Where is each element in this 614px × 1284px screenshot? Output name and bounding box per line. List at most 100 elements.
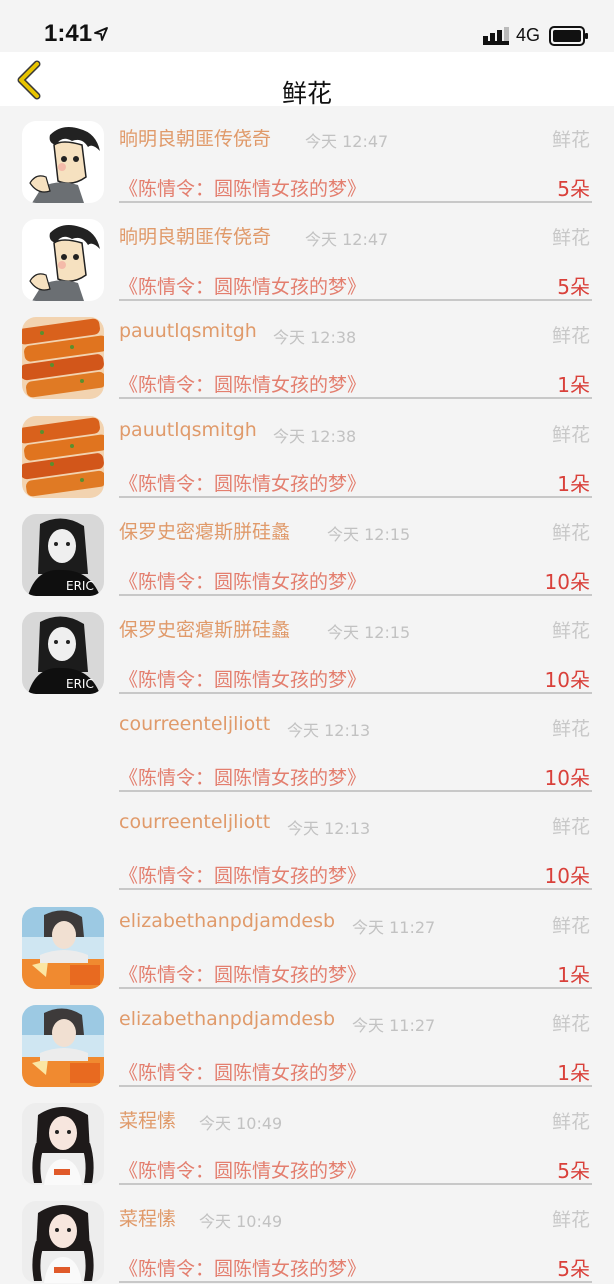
timestamp: 今天 12:15: [327, 622, 411, 642]
divider: [119, 593, 592, 596]
divider: [119, 691, 592, 694]
list-item[interactable]: 菜程愫 今天 10:49 鲜花 《陈情令：圆陈情女孩的梦》 5朵: [0, 1088, 614, 1186]
avatar[interactable]: [22, 1004, 104, 1087]
gift-count: 10朵: [544, 667, 590, 692]
work-title[interactable]: 《陈情令：圆陈情女孩的梦》: [119, 469, 366, 496]
timestamp: 今天 12:47: [305, 230, 389, 250]
work-title[interactable]: 《陈情令：圆陈情女孩的梦》: [119, 1156, 366, 1183]
work-title[interactable]: 《陈情令：圆陈情女孩的梦》: [119, 763, 366, 790]
food-avatar: [22, 415, 104, 498]
timestamp: 今天 12:38: [273, 426, 357, 446]
girl-braids-avatar: [22, 1102, 104, 1185]
avatar[interactable]: [22, 415, 104, 498]
user-name[interactable]: elizabethanpdjamdesb: [119, 910, 335, 932]
divider: [119, 888, 592, 891]
work-title[interactable]: 《陈情令：圆陈情女孩的梦》: [119, 1058, 366, 1085]
list-item[interactable]: pauutlqsmitgh 今天 12:38 鲜花 《陈情令：圆陈情女孩的梦》 …: [0, 302, 614, 400]
avatar[interactable]: [22, 1102, 104, 1185]
divider: [119, 1182, 592, 1185]
boy-photo-avatar: [22, 1004, 104, 1087]
avatar[interactable]: ERIC: [22, 611, 104, 694]
page-title: 鲜花: [281, 79, 332, 108]
timestamp: 今天 11:27: [352, 917, 436, 937]
timestamp: 今天 11:27: [352, 1015, 436, 1035]
cartoon-avatar: [22, 121, 104, 203]
work-title[interactable]: 《陈情令：圆陈情女孩的梦》: [119, 272, 366, 299]
list-item[interactable]: ERIC 保罗史密瘪斯胼硅蠡 今天 12:15 鲜花 《陈情令：圆陈情女孩的梦》…: [0, 499, 614, 597]
network-label: 4G: [516, 25, 541, 45]
user-name[interactable]: elizabethanpdjamdesb: [119, 1008, 335, 1030]
gift-type: 鲜花: [551, 1012, 590, 1035]
work-title[interactable]: 《陈情令：圆陈情女孩的梦》: [119, 665, 366, 692]
gift-type: 鲜花: [551, 619, 590, 642]
gift-count: 5朵: [557, 1158, 590, 1183]
list-item[interactable]: elizabethanpdjamdesb 今天 11:27 鲜花 《陈情令：圆陈…: [0, 892, 614, 990]
work-title[interactable]: 《陈情令：圆陈情女孩的梦》: [119, 567, 366, 594]
gift-count: 5朵: [557, 1257, 590, 1282]
gift-count: 10朵: [544, 766, 590, 791]
battery-icon: [549, 26, 588, 46]
gift-count: 1朵: [557, 962, 590, 987]
gift-type: 鲜花: [551, 325, 590, 348]
divider: [119, 397, 592, 400]
location-arrow-icon: [94, 27, 108, 41]
list-item[interactable]: 菜程愫 今天 10:49 鲜花 《陈情令：圆陈情女孩的梦》 5朵: [0, 1186, 614, 1284]
list-item[interactable]: pauutlqsmitgh 今天 12:38 鲜花 《陈情令：圆陈情女孩的梦》 …: [0, 401, 614, 499]
work-title[interactable]: 《陈情令：圆陈情女孩的梦》: [119, 1254, 366, 1281]
avatar[interactable]: [22, 121, 104, 203]
gift-type: 鲜花: [551, 129, 590, 151]
food-avatar: [22, 317, 104, 400]
svg-text:ERIC: ERIC: [66, 579, 94, 593]
user-name[interactable]: pauutlqsmitgh: [119, 320, 257, 342]
gift-count: 5朵: [557, 275, 590, 300]
divider: [119, 1084, 592, 1087]
list-item[interactable]: ERIC 保罗史密瘪斯胼硅蠡 今天 12:15 鲜花 《陈情令：圆陈情女孩的梦》…: [0, 597, 614, 695]
work-title[interactable]: 《陈情令：圆陈情女孩的梦》: [119, 174, 366, 201]
user-name[interactable]: 保罗史密瘪斯胼硅蠡: [119, 517, 290, 544]
cartoon-avatar: [22, 219, 104, 302]
divider: [119, 495, 592, 498]
user-name[interactable]: 保罗史密瘪斯胼硅蠡: [119, 615, 290, 642]
user-name[interactable]: 菜程愫: [119, 1204, 176, 1231]
avatar[interactable]: [22, 1201, 104, 1284]
avatar[interactable]: [22, 906, 104, 989]
divider: [119, 201, 592, 203]
gift-count: 1朵: [557, 471, 590, 496]
avatar[interactable]: [22, 317, 104, 400]
gift-count: 10朵: [544, 864, 590, 889]
user-name[interactable]: 晌明良朝匪传侥奇: [119, 124, 271, 151]
timestamp: 今天 12:47: [305, 132, 389, 151]
girl-braids-avatar: [22, 1201, 104, 1284]
avatar[interactable]: ERIC: [22, 513, 104, 596]
gift-count: 1朵: [557, 373, 590, 398]
user-name[interactable]: 菜程愫: [119, 1106, 176, 1133]
divider: [119, 299, 592, 302]
user-name[interactable]: pauutlqsmitgh: [119, 419, 257, 441]
list-item[interactable]: courreenteljliott 今天 12:13 鲜花 《陈情令：圆陈情女孩…: [0, 695, 614, 793]
divider: [119, 790, 592, 793]
user-name[interactable]: courreenteljliott: [119, 713, 270, 735]
timestamp: 今天 12:38: [273, 328, 357, 348]
gift-count: 1朵: [557, 1060, 590, 1085]
divider: [119, 1281, 592, 1284]
girl-bw-avatar: ERIC: [22, 611, 104, 694]
avatar[interactable]: [22, 219, 104, 302]
gift-type: 鲜花: [551, 816, 590, 839]
gift-list: 晌明良朝匪传侥奇 今天 12:47 鲜花 《陈情令：圆陈情女孩的梦》 5朵 晌明…: [0, 106, 614, 1284]
user-name[interactable]: 晌明良朝匪传侥奇: [119, 222, 271, 249]
work-title[interactable]: 《陈情令：圆陈情女孩的梦》: [119, 861, 366, 888]
girl-bw-avatar: ERIC: [22, 513, 104, 596]
gift-type: 鲜花: [551, 914, 590, 937]
gift-type: 鲜花: [551, 1209, 590, 1232]
navigation-bar: 鲜花: [0, 52, 614, 108]
user-name[interactable]: courreenteljliott: [119, 811, 270, 833]
list-item[interactable]: 晌明良朝匪传侥奇 今天 12:47 鲜花 《陈情令：圆陈情女孩的梦》 5朵: [0, 106, 614, 204]
work-title[interactable]: 《陈情令：圆陈情女孩的梦》: [119, 370, 366, 397]
gift-type: 鲜花: [551, 718, 590, 741]
list-item[interactable]: elizabethanpdjamdesb 今天 11:27 鲜花 《陈情令：圆陈…: [0, 990, 614, 1088]
boy-photo-avatar: [22, 906, 104, 989]
divider: [119, 986, 592, 989]
list-item[interactable]: courreenteljliott 今天 12:13 鲜花 《陈情令：圆陈情女孩…: [0, 793, 614, 891]
work-title[interactable]: 《陈情令：圆陈情女孩的梦》: [119, 960, 366, 987]
list-item[interactable]: 晌明良朝匪传侥奇 今天 12:47 鲜花 《陈情令：圆陈情女孩的梦》 5朵: [0, 204, 614, 302]
